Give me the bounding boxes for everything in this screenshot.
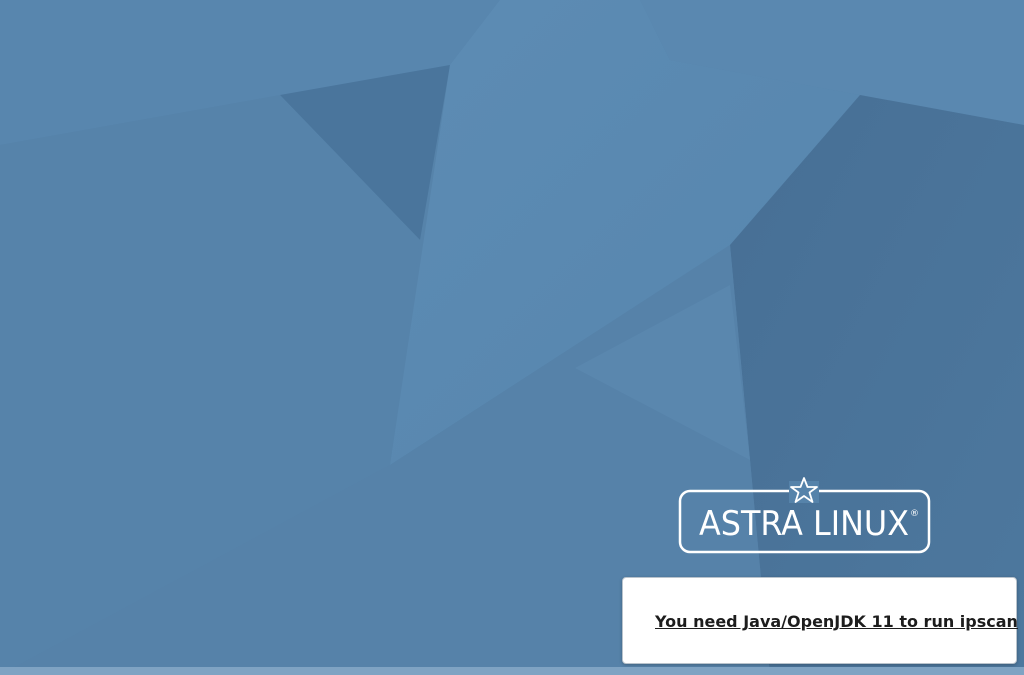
desktop: ASTRA LINUX ® You need Java/OpenJDK 11 t…: [0, 0, 1024, 675]
registered-mark: ®: [910, 509, 919, 519]
desktop-wallpaper: [0, 0, 1024, 675]
logo-text: ASTRA LINUX: [699, 504, 909, 544]
astra-linux-logo: ASTRA LINUX ®: [676, 476, 934, 560]
notification-popup[interactable]: You need Java/OpenJDK 11 to run ipscan: [622, 577, 1018, 664]
notification-message[interactable]: You need Java/OpenJDK 11 to run ipscan: [655, 612, 1018, 631]
star-icon: ASTRA LINUX ®: [678, 477, 931, 554]
taskbar-edge: [0, 667, 1024, 675]
